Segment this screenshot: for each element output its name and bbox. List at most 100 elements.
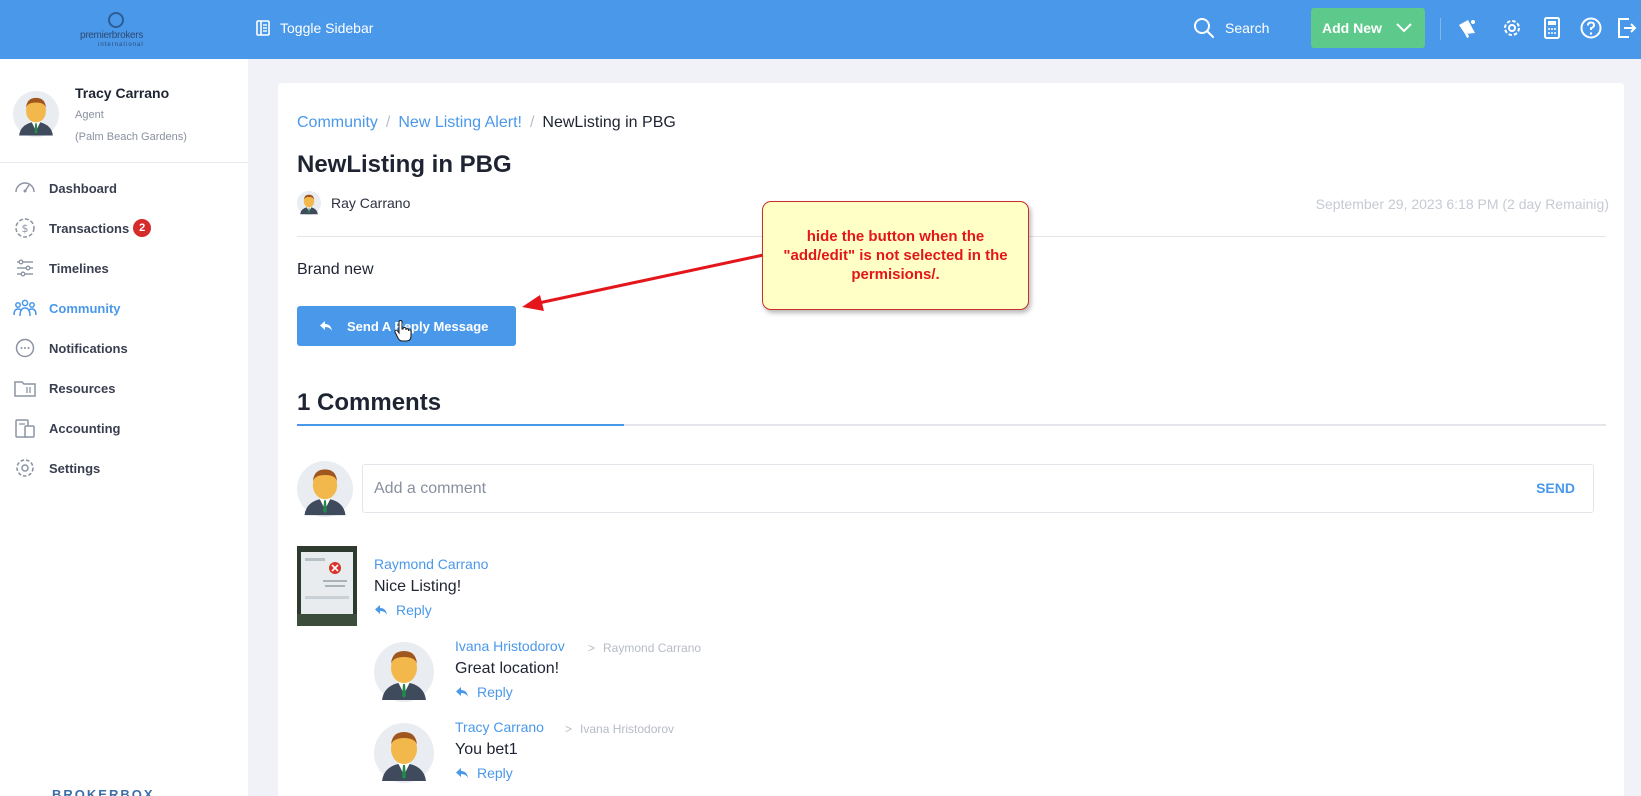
search-label: Search: [1225, 20, 1270, 36]
status-badge: 2: [133, 219, 152, 237]
reply-link[interactable]: Reply: [455, 765, 513, 781]
avatar: [297, 191, 321, 215]
toggle-sidebar-button[interactable]: Toggle Sidebar: [256, 18, 373, 38]
sidebar-item-accounting[interactable]: Accounting: [0, 408, 248, 448]
reply-label: Reply: [477, 765, 513, 781]
help-icon[interactable]: [1579, 16, 1603, 40]
breadcrumb: Community / New Listing Alert! / NewList…: [297, 114, 676, 132]
folder-icon: [14, 381, 36, 397]
breadcrumb-new-listing-alert[interactable]: New Listing Alert!: [398, 114, 522, 132]
topbar-divider: [1440, 18, 1441, 40]
user-role: Agent: [75, 109, 104, 121]
sidebar-item-label: Dashboard: [49, 180, 117, 196]
sidebar-item-dashboard[interactable]: Dashboard: [0, 168, 248, 208]
sidebar-item-label: Notifications: [49, 340, 128, 356]
gauge-icon: [15, 182, 35, 193]
clipboard-icon: [15, 419, 35, 438]
sidebar-item-label: Transactions: [49, 220, 130, 236]
sidebar-toggle-icon: [256, 20, 270, 36]
logout-icon[interactable]: [1615, 16, 1639, 40]
search-button[interactable]: Search: [1193, 16, 1269, 40]
reply-to: > Raymond Carrano: [588, 641, 701, 655]
timeline-icon: [17, 259, 33, 277]
gear-icon: [16, 459, 34, 477]
logo-mark: [108, 12, 124, 28]
comment-text: Nice Listing!: [374, 578, 462, 595]
reply-icon: [456, 768, 468, 778]
annotation-callout: hide the button when the "add/edit" is n…: [762, 201, 1029, 310]
chevron-right-icon: >: [588, 641, 596, 655]
sidebar: Tracy Carrano Agent (Palm Beach Gardens)…: [0, 59, 248, 796]
avatar: [374, 642, 434, 702]
comment-thumbnail[interactable]: [297, 546, 357, 626]
post-date: September 29, 2023 6:18 PM (2 day Remain…: [1315, 196, 1609, 212]
sidebar-item-label: Resources: [49, 380, 116, 396]
comment-input[interactable]: [374, 465, 1454, 512]
reply-to-name: Ivana Hristodorov: [580, 722, 675, 736]
top-bar: premierbrokers international Toggle Side…: [0, 0, 1641, 59]
sidebar-item-label: Timelines: [49, 260, 109, 276]
reply-to: > Ivana Hristodorov: [565, 722, 674, 736]
sidebar-item-settings[interactable]: Settings: [0, 448, 248, 488]
comment-author[interactable]: Tracy Carrano: [455, 719, 544, 735]
user-name: Tracy Carrano: [75, 85, 170, 101]
megaphone-icon[interactable]: [1455, 16, 1479, 40]
reply-to-name: Raymond Carrano: [603, 641, 702, 655]
post-author: Ray Carrano: [297, 191, 410, 215]
reply-icon: [320, 321, 332, 331]
chevron-right-icon: >: [565, 722, 573, 736]
hand-cursor-icon: [394, 320, 412, 342]
search-icon: [1194, 18, 1214, 38]
breadcrumb-community[interactable]: Community: [297, 114, 378, 132]
user-profile: Tracy Carrano Agent (Palm Beach Gardens): [0, 59, 248, 163]
comment-text: Great location!: [455, 660, 560, 677]
comment-text: You bet1: [455, 741, 518, 758]
reply-label: Reply: [477, 684, 513, 700]
page-title: NewListing in PBG: [297, 151, 512, 178]
annotation-text: hide the button when the "add/edit" is n…: [783, 228, 1008, 283]
dollar-icon: $: [15, 218, 35, 238]
comment-author[interactable]: Raymond Carrano: [374, 556, 488, 572]
breadcrumb-separator: /: [385, 114, 391, 131]
post-card: Community / New Listing Alert! / NewList…: [278, 83, 1624, 796]
toggle-sidebar-label: Toggle Sidebar: [280, 20, 374, 36]
sidebar-nav: Dashboard $ Transactions 2 Timelines Com…: [0, 168, 248, 488]
send-reply-label: Send A Reply Message: [347, 318, 489, 334]
reply-icon: [375, 605, 387, 615]
avatar: [297, 461, 353, 517]
sidebar-item-timelines[interactable]: Timelines: [0, 248, 248, 288]
add-new-button[interactable]: Add New: [1311, 8, 1425, 48]
comments-title: 1 Comments: [297, 389, 442, 416]
reply-label: Reply: [396, 602, 432, 618]
breadcrumb-separator: /: [529, 114, 535, 131]
user-location: (Palm Beach Gardens): [75, 131, 187, 143]
sidebar-item-community[interactable]: Community: [0, 288, 248, 328]
reply-link[interactable]: Reply: [374, 602, 432, 618]
brand-logo[interactable]: premierbrokers international: [78, 12, 160, 52]
avatar[interactable]: [13, 91, 59, 137]
author-name: Ray Carrano: [331, 195, 411, 211]
chat-icon: [15, 338, 35, 358]
gear-icon[interactable]: [1500, 16, 1524, 40]
comment-composer: SEND: [362, 464, 1594, 513]
svg-text:$: $: [22, 222, 29, 235]
comment-author[interactable]: Ivana Hristodorov: [455, 638, 565, 654]
sidebar-item-notifications[interactable]: Notifications: [0, 328, 248, 368]
logo-text: premierbrokers: [80, 30, 144, 41]
footer-brand: BROKERBOX: [52, 787, 155, 796]
logo-subtext: international: [98, 42, 144, 48]
breadcrumb-current: NewListing in PBG: [542, 114, 676, 131]
people-icon: [13, 299, 37, 317]
add-new-label: Add New: [1322, 20, 1382, 36]
chevron-down-icon: [1396, 23, 1412, 33]
reply-icon: [456, 687, 468, 697]
sidebar-item-label: Community: [49, 300, 121, 316]
sidebar-item-label: Settings: [49, 460, 101, 476]
sidebar-item-transactions[interactable]: $ Transactions 2: [0, 208, 248, 248]
sidebar-item-label: Accounting: [49, 420, 121, 436]
reply-link[interactable]: Reply: [455, 684, 513, 700]
post-body: Brand new: [297, 261, 374, 278]
calculator-icon[interactable]: [1540, 16, 1564, 40]
sidebar-item-resources[interactable]: Resources: [0, 368, 248, 408]
send-comment-button[interactable]: SEND: [1536, 480, 1575, 496]
